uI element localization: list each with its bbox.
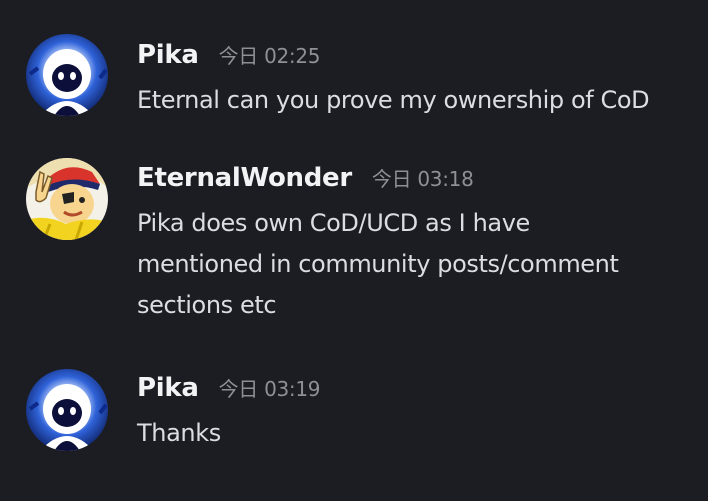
message-line: Thanks [137,419,221,447]
message-author[interactable]: Pika [137,373,199,403]
chat-message: Pika 今日 03:19 Thanks [0,350,708,501]
message-author[interactable]: Pika [137,40,199,70]
message-content: Pika does own CoD/UCD as I have mentione… [137,203,700,326]
message-author[interactable]: EternalWonder [137,163,352,193]
message-content: Eternal can you prove my ownership of Co… [137,80,700,121]
message-timestamp: 今日 03:18 [371,167,474,191]
pika-avatar[interactable] [26,34,108,116]
message-line: Eternal can you prove my ownership of Co… [137,86,650,114]
message-line: Pika does own CoD/UCD as I have [137,209,530,237]
chat-message: Pika 今日 02:25 Eternal can you prove my o… [0,0,708,140]
pika-avatar-icon [26,369,108,451]
message-line: sections etc [137,291,277,319]
message-line: mentioned in community posts/comment [137,250,619,278]
chat-message: EternalWonder 今日 03:18 Pika does own CoD… [0,140,708,350]
eternalwonder-avatar-icon [26,158,108,240]
message-timestamp: 今日 03:19 [218,377,321,401]
pika-avatar-icon [26,34,108,116]
pika-avatar[interactable] [26,369,108,451]
eternalwonder-avatar[interactable] [26,158,108,240]
message-timestamp: 今日 02:25 [218,44,321,68]
message-content: Thanks [137,413,700,454]
